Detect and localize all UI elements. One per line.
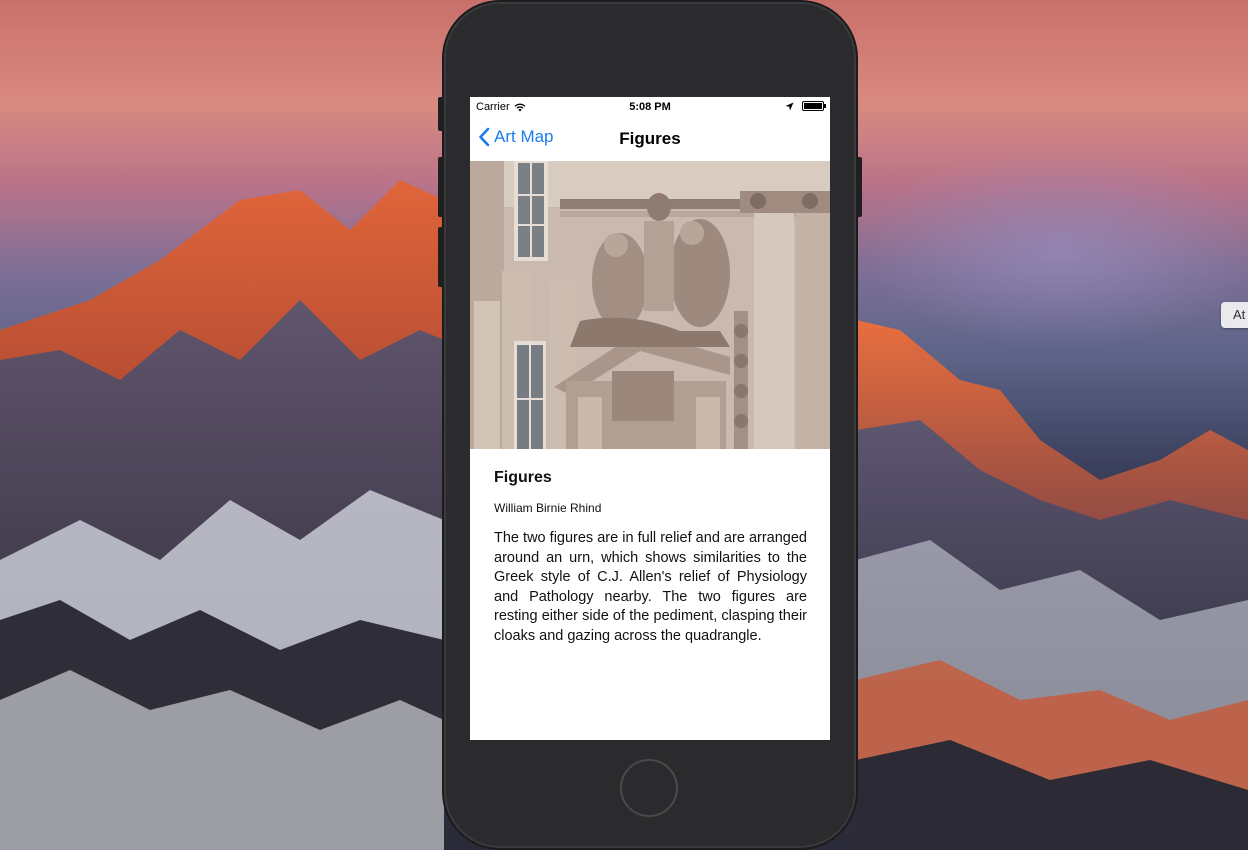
app-screen: Carrier 5:08 PM Art Map Figures Figures …	[470, 97, 830, 740]
battery-icon	[802, 101, 826, 111]
volume-up-button	[438, 157, 444, 217]
home-button[interactable]	[620, 759, 678, 817]
clock: 5:08 PM	[629, 101, 671, 113]
location-arrow-icon	[785, 102, 794, 110]
artwork-description: The two figures are in full relief and a…	[494, 530, 807, 644]
volume-down-button	[438, 227, 444, 287]
artwork-details: Figures William Birnie Rhind The two fig…	[494, 469, 807, 646]
artist-name: William Birnie Rhind	[494, 501, 602, 515]
building-facade-image	[470, 161, 830, 449]
battery-level	[804, 103, 822, 109]
status-bar: Carrier 5:08 PM	[470, 97, 830, 117]
phone-frame: Carrier 5:08 PM Art Map Figures Figures …	[438, 2, 862, 848]
side-panel-tab[interactable]: At	[1221, 302, 1248, 328]
artwork-title: Figures	[494, 469, 552, 486]
power-button	[856, 157, 862, 217]
nav-title: Figures	[619, 129, 681, 148]
artwork-photo	[470, 161, 830, 449]
navigation-bar: Art Map Figures	[470, 117, 830, 161]
status-right-icons	[785, 101, 826, 111]
mute-switch	[438, 97, 444, 131]
